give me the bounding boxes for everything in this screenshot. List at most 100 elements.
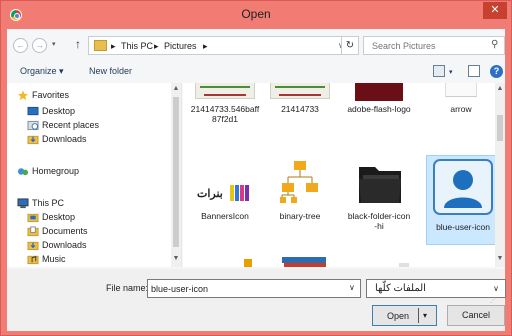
file-tile[interactable]: بنرات BannersIcon <box>189 155 261 235</box>
file-name: blue-user-icon <box>436 222 490 232</box>
file-list-scrollbar[interactable]: ▲ ▼ <box>495 83 505 267</box>
breadcrumb-separator: ▸ <box>203 41 208 51</box>
pictures-folder-icon <box>94 40 107 51</box>
navigation-scrollbar[interactable]: ▲ ▼ <box>171 83 181 267</box>
banner-thumb-text: بنرات <box>197 188 223 200</box>
open-button-label: Open <box>387 311 410 321</box>
image-thumbnail-icon <box>244 259 252 267</box>
sidebar-item-label: Downloads <box>42 240 87 250</box>
sidebar-item-label: Recent places <box>42 120 100 130</box>
blue-user-thumbnail <box>433 159 493 215</box>
file-tile[interactable]: 21414733 <box>264 83 336 137</box>
file-tile[interactable]: arrow <box>425 83 497 137</box>
breadcrumb-this-pc[interactable]: This PC <box>121 41 153 51</box>
navigation-pane: Favorites Desktop Recent places Download… <box>7 83 182 267</box>
computer-icon <box>17 198 29 209</box>
breadcrumb-separator: ▸ <box>111 41 116 51</box>
navigation-bar: ← → ▾ ↑ ▸ This PC ▸ Pictures ▸ ∨ ↻ ⚲ <box>7 29 505 61</box>
view-dropdown-icon[interactable]: ▾ <box>449 68 453 76</box>
breadcrumb-pictures[interactable]: Pictures <box>164 41 197 51</box>
scroll-down-arrow[interactable]: ▼ <box>495 255 505 262</box>
up-folder-button[interactable]: ↑ <box>75 37 81 51</box>
desktop-icon <box>27 106 39 116</box>
breadcrumb-separator: ▸ <box>154 41 159 51</box>
documents-icon <box>27 226 39 237</box>
file-name: black-folder-icon -hi <box>347 211 411 231</box>
open-button[interactable]: Open ▾ <box>372 305 437 326</box>
file-name: BannersIcon <box>201 211 249 221</box>
file-tile-selected[interactable]: blue-user-icon <box>426 155 500 245</box>
sidebar-item-label: Homegroup <box>32 166 80 176</box>
star-icon <box>17 90 29 101</box>
file-tile[interactable]: 21414733.546baff 87f2d1 <box>189 83 261 137</box>
sidebar-item-label: This PC <box>32 198 65 208</box>
help-icon[interactable]: ? <box>490 65 503 78</box>
file-name-input[interactable] <box>147 279 361 298</box>
sidebar-item-label: Favorites <box>32 90 70 100</box>
black-folder-thumbnail <box>359 167 401 203</box>
search-input[interactable] <box>363 36 505 55</box>
cancel-button[interactable]: Cancel <box>447 305 505 326</box>
file-type-value: الملفات كلّها <box>375 283 426 294</box>
sidebar-item-label: Desktop <box>42 106 76 116</box>
dialog-title: Open <box>241 7 271 21</box>
open-options-dropdown[interactable]: ▾ <box>423 311 427 320</box>
file-tile[interactable]: black-folder-icon -hi <box>343 155 415 235</box>
scroll-up-arrow[interactable]: ▲ <box>171 85 181 92</box>
banners-thumbnail: بنرات <box>197 183 253 205</box>
music-icon <box>27 255 39 265</box>
homegroup-icon <box>17 168 29 176</box>
change-view-icon[interactable] <box>433 65 445 77</box>
books-thumbnail <box>282 257 326 267</box>
file-tile[interactable]: adobe-flash-logo <box>343 83 415 137</box>
downloads-icon <box>27 241 39 251</box>
file-name: binary-tree <box>279 211 321 221</box>
command-bar: Organize ▾ New folder ▾ ? <box>7 61 505 83</box>
scroll-up-arrow[interactable]: ▲ <box>495 85 505 92</box>
image-thumbnail-icon <box>270 83 330 99</box>
image-thumbnail-icon <box>399 263 409 267</box>
dialog-footer: File name: ∨ الملفات كلّها ∨ Open ▾ Canc… <box>7 269 506 331</box>
image-thumbnail-icon <box>195 83 255 99</box>
open-file-dialog: Open ✕ ← → ▾ ↑ ▸ This PC ▸ Pictures ▸ ∨ … <box>0 0 512 336</box>
sidebar-item-label: Desktop <box>42 212 76 222</box>
scroll-thumb[interactable] <box>497 115 503 141</box>
file-name-label: File name: <box>106 283 149 293</box>
binary-tree-thumbnail <box>280 161 318 203</box>
address-bar[interactable]: ▸ This PC ▸ Pictures ▸ ∨ <box>88 36 358 55</box>
flash-logo-thumbnail <box>355 83 403 101</box>
resize-grip-icon[interactable]: ⋰ <box>490 297 496 304</box>
file-tile[interactable] <box>264 255 336 267</box>
file-name: 21414733 <box>281 104 319 114</box>
sidebar-item-label: Music <box>42 254 66 264</box>
file-type-select[interactable]: الملفات كلّها ∨ <box>366 279 506 298</box>
file-tile[interactable] <box>343 251 415 267</box>
refresh-button[interactable]: ↻ <box>341 36 359 55</box>
preview-pane-icon[interactable] <box>468 65 480 77</box>
search-icon[interactable]: ⚲ <box>491 39 498 50</box>
downloads-icon <box>27 135 39 145</box>
forward-button[interactable]: → <box>32 38 47 53</box>
title-bar[interactable]: Open ✕ <box>1 1 511 29</box>
file-name: adobe-flash-logo <box>347 104 411 114</box>
recent-places-icon <box>27 120 39 131</box>
file-tile[interactable] <box>189 251 261 267</box>
sidebar-item-label: Downloads <box>42 134 87 144</box>
file-name-dropdown-button[interactable]: ∨ <box>349 283 355 292</box>
file-name: arrow <box>450 104 472 114</box>
split-divider <box>418 308 419 323</box>
arrow-thumbnail <box>445 83 477 97</box>
desktop-folder-icon <box>27 213 39 223</box>
file-tile[interactable]: binary-tree <box>264 155 336 235</box>
recent-locations-button[interactable]: ▾ <box>52 40 56 48</box>
file-name: 21414733.546baff 87f2d1 <box>190 104 260 124</box>
scroll-thumb[interactable] <box>173 97 179 247</box>
sidebar-item-label: Documents <box>42 226 88 236</box>
file-list-view: 21414733.546baff 87f2d1 21414733 adobe-fl… <box>183 83 505 267</box>
close-button[interactable]: ✕ <box>483 2 507 19</box>
back-button[interactable]: ← <box>13 38 28 53</box>
new-folder-button[interactable]: New folder <box>89 66 132 76</box>
organize-menu[interactable]: Organize ▾ <box>20 66 64 77</box>
dialog-body: ← → ▾ ↑ ▸ This PC ▸ Pictures ▸ ∨ ↻ ⚲ Org… <box>7 29 506 331</box>
scroll-down-arrow[interactable]: ▼ <box>171 255 181 262</box>
